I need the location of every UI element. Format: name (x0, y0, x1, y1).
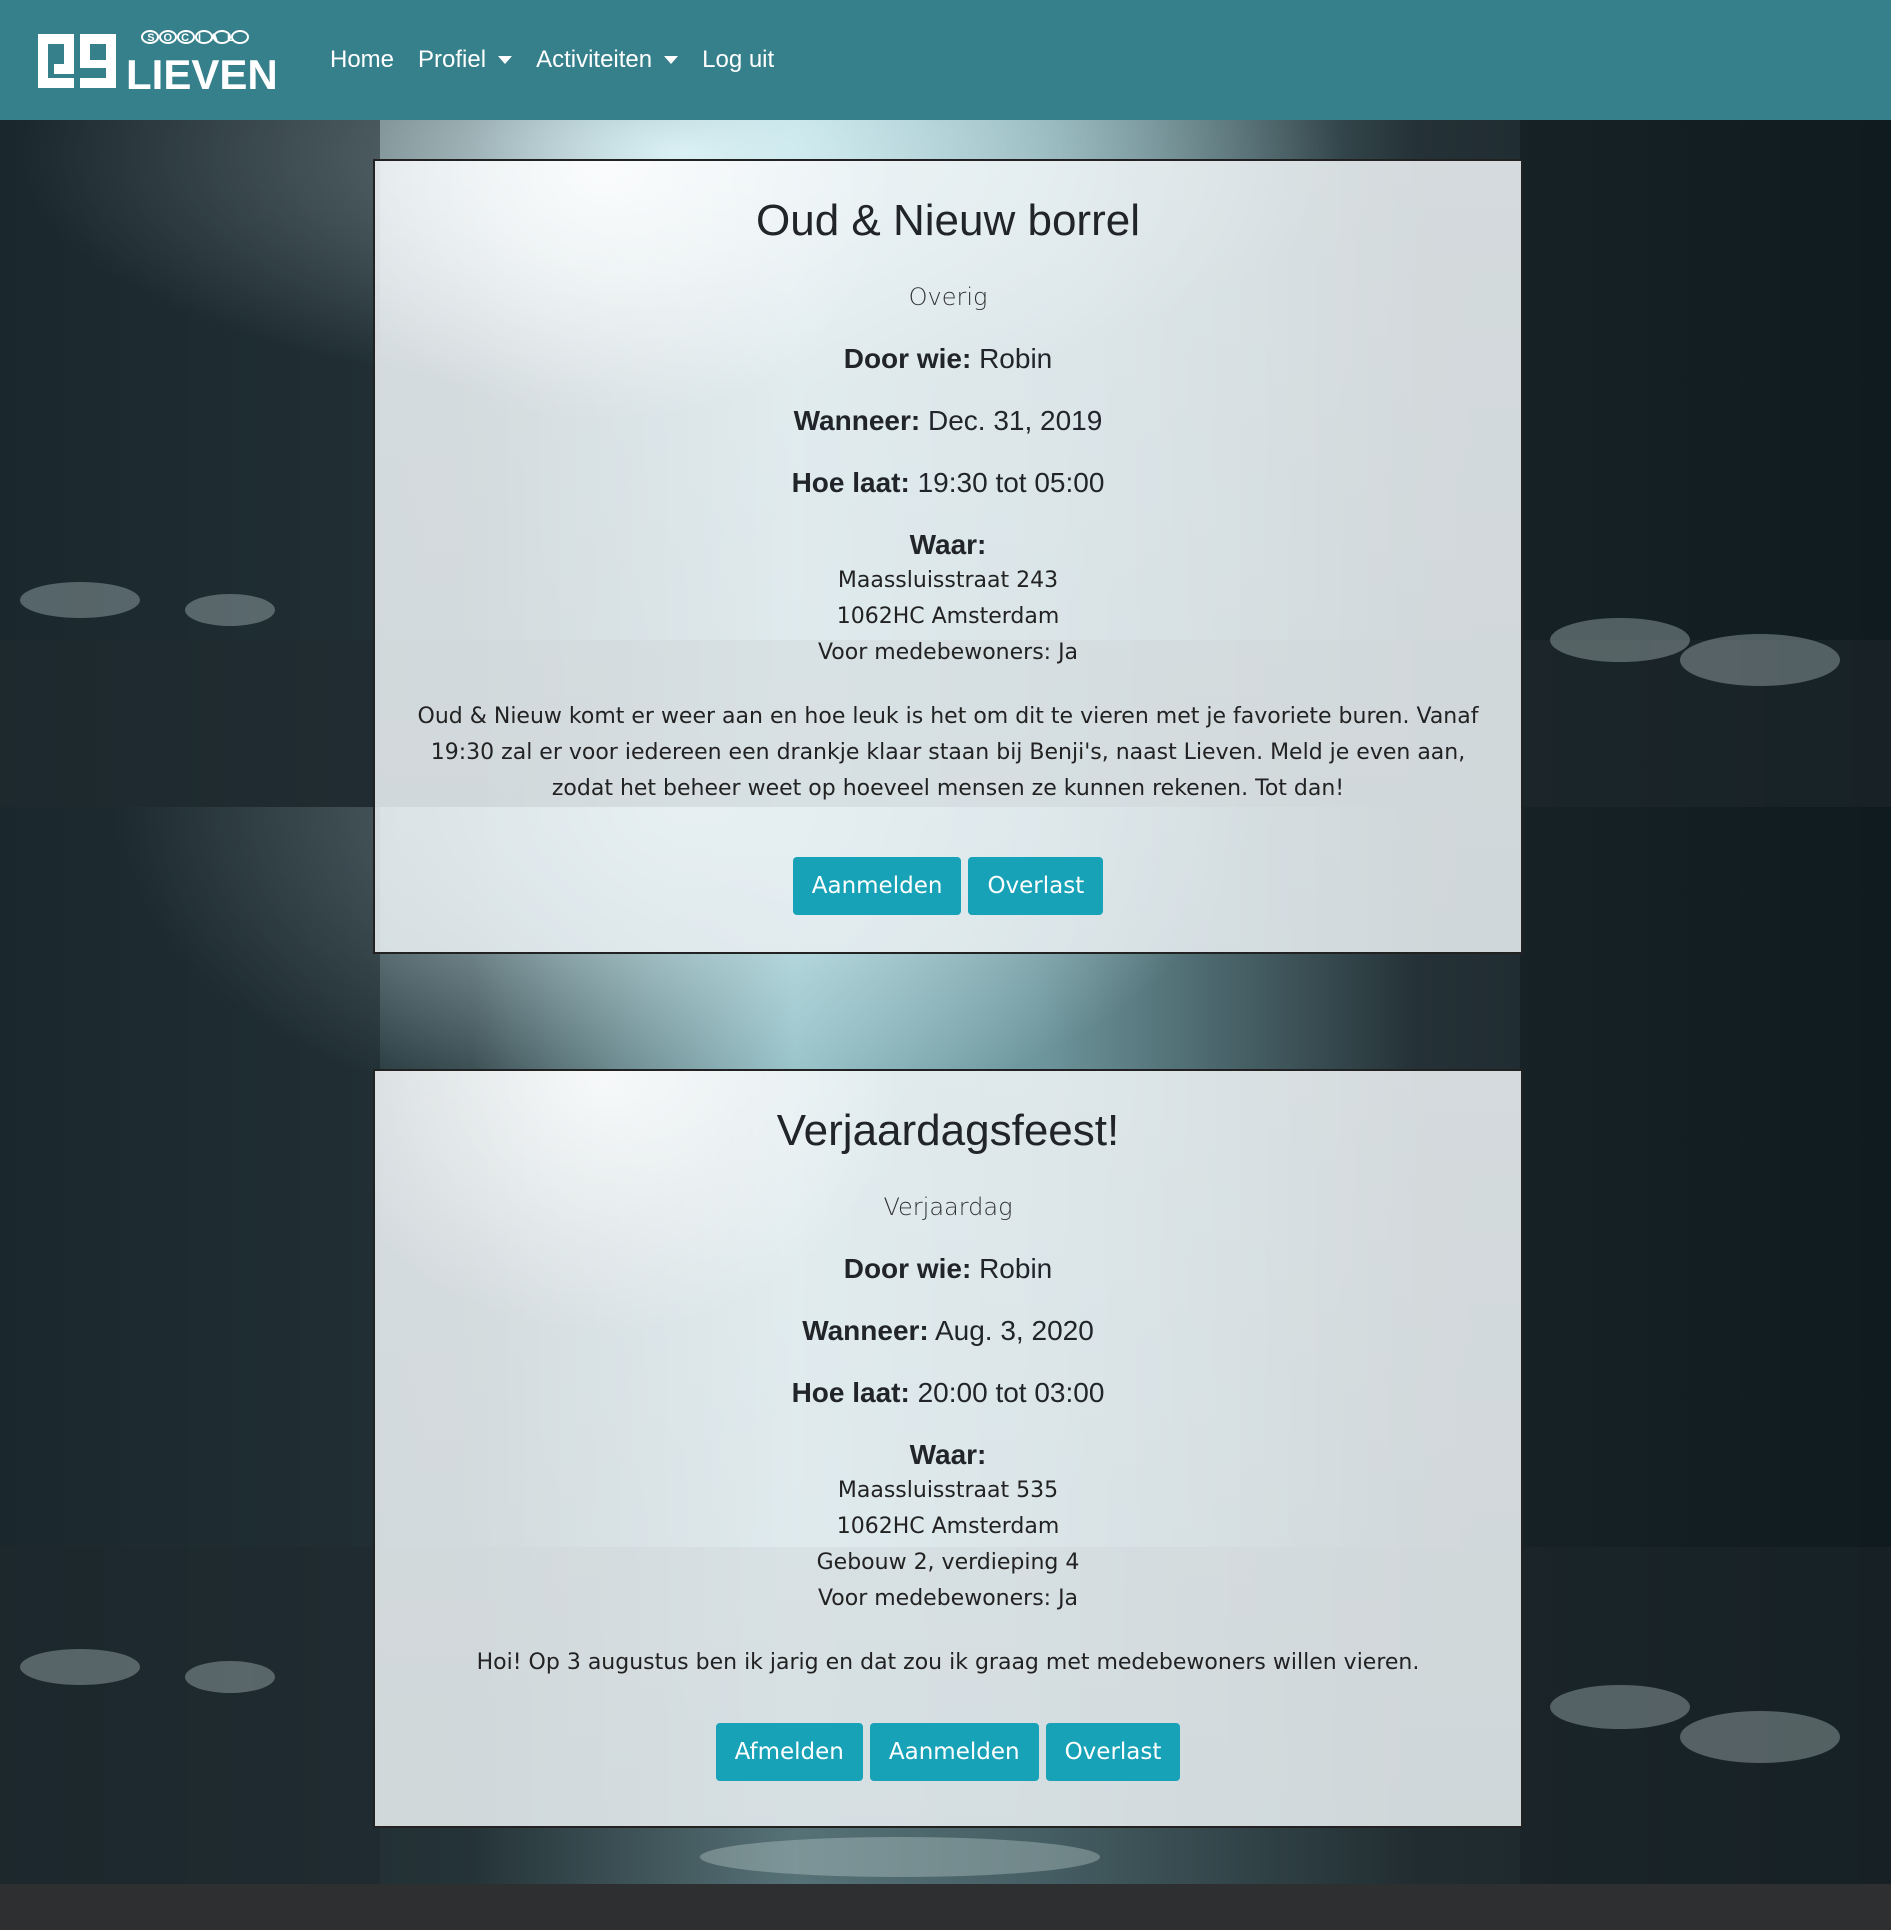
activity-time: Hoe laat: 19:30 tot 05:00 (791, 467, 1105, 498)
nav-activiteiten-dropdown[interactable]: Activiteiten (536, 46, 679, 74)
activity-address: Maassluisstraat 535 1062HC Amsterdam Geb… (375, 1473, 1521, 1617)
activity-card: Verjaardagsfeest! Verjaardag Door wie: R… (373, 1069, 1523, 1828)
activity-card: Oud & Nieuw borrel Overig Door wie: Robi… (373, 159, 1523, 954)
address-line: Voor medebewoners: Ja (817, 1586, 1079, 1611)
activity-category: Verjaardag (883, 1193, 1013, 1221)
aanmelden-button[interactable]: Aanmelden (792, 857, 962, 915)
activity-title: Oud & Nieuw borrel (756, 196, 1140, 245)
activity-organizer: Door wie: Robin (843, 343, 1053, 374)
afmelden-button[interactable]: Afmelden (715, 1723, 863, 1781)
nav-profiel-label: Profiel (418, 46, 487, 73)
nav-home-label: Home (330, 46, 395, 73)
caret-down-icon (664, 56, 679, 64)
address-line: Maassluisstraat 535 (837, 1478, 1059, 1503)
nav-profiel-dropdown[interactable]: Profiel (418, 46, 513, 74)
activity-date: Wanneer: Dec. 31, 2019 (793, 405, 1103, 436)
activity-category: Overig (908, 283, 988, 311)
address-line: 1062HC Amsterdam (836, 1514, 1060, 1539)
nav-logout-link[interactable]: Log uit (702, 46, 774, 74)
activity-title: Verjaardagsfeest! (776, 1106, 1120, 1155)
activity-date: Wanneer: Aug. 3, 2020 (802, 1315, 1094, 1346)
footer (0, 1884, 1891, 1930)
activity-description: Hoi! Op 3 augustus ben ik jarig en dat z… (476, 1650, 1420, 1675)
nav-home-link[interactable]: Home (330, 46, 394, 74)
activity-actions: Aanmelden Overlast (375, 857, 1521, 915)
address-line: Maassluisstraat 243 (837, 568, 1059, 593)
top-navbar: SOCIAL LIEVEN Home Profiel Activiteiten … (0, 0, 1891, 120)
logo-lieven-text: LIEVEN (126, 51, 278, 96)
logo-social-text: SOCIAL (147, 32, 243, 44)
activity-time: Hoe laat: 20:00 tot 03:00 (791, 1377, 1105, 1408)
activity-address: Maassluisstraat 243 1062HC Amsterdam Voo… (375, 563, 1521, 671)
social-lieven-logo[interactable]: SOCIAL LIEVEN (34, 26, 289, 96)
address-line: Voor medebewoners: Ja (817, 640, 1079, 665)
overlast-button[interactable]: Overlast (968, 857, 1104, 915)
aanmelden-button[interactable]: Aanmelden (869, 1723, 1039, 1781)
caret-down-icon (498, 56, 513, 64)
nav-links: Home Profiel Activiteiten Log uit (330, 0, 774, 120)
nav-logout-label: Log uit (702, 46, 775, 73)
activity-description: Oud & Nieuw komt er weer aan en hoe leuk… (417, 704, 1479, 801)
activity-organizer: Door wie: Robin (843, 1253, 1053, 1284)
activity-actions: Afmelden Aanmelden Overlast (375, 1723, 1521, 1781)
activity-location-label: Waar: (909, 529, 987, 560)
nav-activiteiten-label: Activiteiten (536, 46, 653, 73)
overlast-button[interactable]: Overlast (1045, 1723, 1181, 1781)
address-line: 1062HC Amsterdam (836, 604, 1060, 629)
activity-location-label: Waar: (909, 1439, 987, 1470)
address-line: Gebouw 2, verdieping 4 (816, 1550, 1080, 1575)
